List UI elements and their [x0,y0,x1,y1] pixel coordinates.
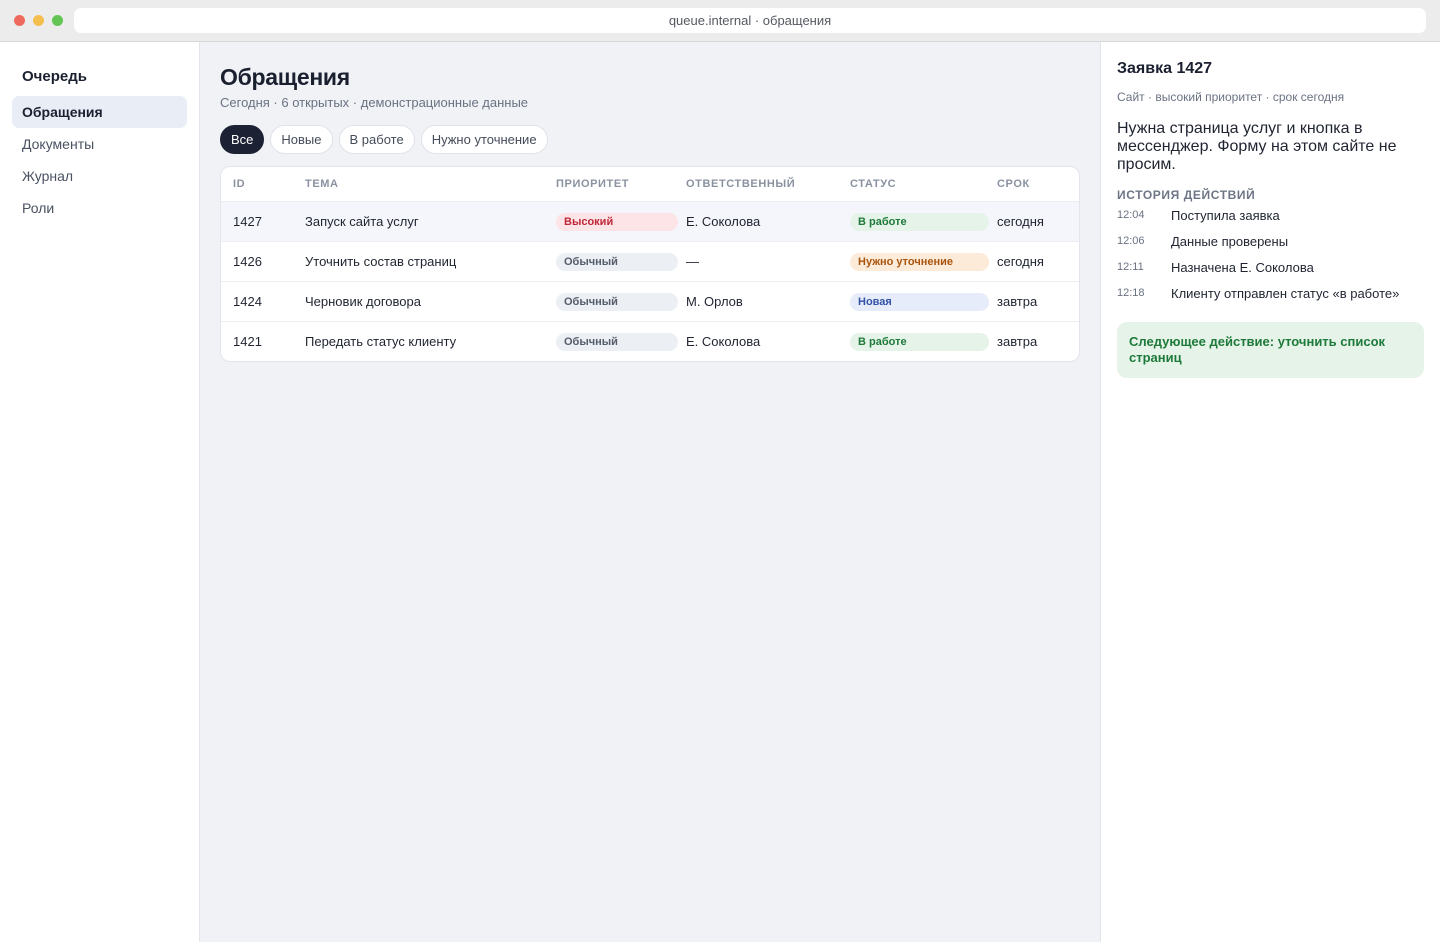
table-row[interactable]: 1424 Черновик договора Обычный М. Орлов … [221,281,1079,321]
detail-title: Заявка 1427 [1117,60,1213,77]
history-text: Данные проверены [1171,234,1289,249]
table-row[interactable]: 1426 Уточнить состав страниц Обычный — Н… [221,241,1079,281]
filter-in-work[interactable]: В работе [338,125,415,154]
sidebar-title: Очередь [22,68,87,85]
table-row[interactable]: 1421 Передать статус клиенту Обычный Е. … [221,321,1079,361]
browser-titlebar: queue.internal · обращения [0,0,1440,42]
sidebar: Очередь Обращения Документы Журнал Роли [0,42,200,942]
column-header-owner[interactable]: ОТВЕТСТВЕННЫЙ [686,178,850,190]
history-time: 12:18 [1117,287,1145,299]
filter-bar: Все Новые В работе Нужно уточнение [220,125,1080,154]
cell-due: завтра [997,294,1038,309]
status-badge: Нужно уточнение [850,252,989,271]
priority-badge: Обычный [556,292,678,311]
history-item: 12:18 Клиенту отправлен статус «в работе… [1117,286,1424,312]
column-header-topic[interactable]: ТЕМА [305,178,556,190]
cell-topic: Черновик договора [305,294,421,309]
cell-topic: Запуск сайта услуг [305,214,419,229]
sidebar-item-roles[interactable]: Роли [12,192,187,224]
history-time: 12:06 [1117,235,1145,247]
history-item: 12:06 Данные проверены [1117,234,1424,260]
priority-badge: Высокий [556,212,678,231]
requests-table: ID ТЕМА ПРИОРИТЕТ ОТВЕТСТВЕННЫЙ СТАТУС С… [220,166,1080,362]
cell-topic: Передать статус клиенту [305,334,457,349]
priority-badge: Обычный [556,332,678,351]
table-row[interactable]: 1427 Запуск сайта услуг Высокий Е. Сокол… [221,201,1079,241]
history-item: 12:04 Поступила заявка [1117,208,1424,234]
cell-due: сегодня [997,214,1044,229]
column-header-status[interactable]: СТАТУС [850,178,997,190]
detail-description: Нужна страница услуг и кнопка в мессендж… [1117,120,1397,173]
history-heading: ИСТОРИЯ ДЕЙСТВИЙ [1117,188,1256,202]
window-controls [14,15,63,26]
column-header-id[interactable]: ID [221,178,305,190]
filter-needs-clarification[interactable]: Нужно уточнение [420,125,548,154]
history-text: Назначена Е. Соколова [1171,260,1314,275]
next-action-card: Следующее действие: уточнить список стра… [1117,322,1424,378]
page-subtitle: Сегодня · 6 открытых · демонстрационные … [220,95,529,110]
cell-owner: Е. Соколова [686,334,761,349]
history-item: 12:11 Назначена Е. Соколова [1117,260,1424,286]
cell-id: 1424 [233,294,262,309]
page-title: Обращения [220,64,350,90]
column-header-priority[interactable]: ПРИОРИТЕТ [556,178,686,190]
cell-due: завтра [997,334,1038,349]
detail-meta: Сайт · высокий приоритет · срок сегодня [1117,90,1345,104]
cell-owner: М. Орлов [686,294,743,309]
maximize-window-button[interactable] [52,15,63,26]
cell-due: сегодня [997,254,1044,269]
sidebar-item-requests[interactable]: Обращения [12,96,187,128]
history-time: 12:11 [1117,261,1144,273]
detail-panel: Заявка 1427 Сайт · высокий приоритет · с… [1100,42,1440,942]
cell-id: 1427 [233,214,262,229]
app-layout: Очередь Обращения Документы Журнал Роли … [0,42,1440,942]
main-content: Обращения Сегодня · 6 открытых · демонст… [200,42,1100,942]
sidebar-item-journal[interactable]: Журнал [12,160,187,192]
priority-badge: Обычный [556,252,678,271]
history-text: Поступила заявка [1171,208,1280,223]
table-header: ID ТЕМА ПРИОРИТЕТ ОТВЕТСТВЕННЫЙ СТАТУС С… [221,167,1079,201]
filter-all[interactable]: Все [220,125,265,154]
cell-owner: — [686,254,699,269]
history-time: 12:04 [1117,209,1145,221]
sidebar-item-documents[interactable]: Документы [12,128,187,160]
address-bar[interactable]: queue.internal · обращения [74,8,1426,33]
cell-topic: Уточнить состав страниц [305,254,457,269]
filter-new[interactable]: Новые [270,125,333,154]
column-header-due[interactable]: СРОК [997,178,1079,190]
minimize-window-button[interactable] [33,15,44,26]
status-badge: В работе [850,332,989,351]
status-badge: Новая [850,292,989,311]
history-list: 12:04 Поступила заявка 12:06 Данные пров… [1117,208,1424,312]
status-badge: В работе [850,212,989,231]
cell-id: 1421 [233,334,262,349]
cell-id: 1426 [233,254,262,269]
cell-owner: Е. Соколова [686,214,761,229]
history-text: Клиенту отправлен статус «в работе» [1171,286,1400,301]
close-window-button[interactable] [14,15,25,26]
